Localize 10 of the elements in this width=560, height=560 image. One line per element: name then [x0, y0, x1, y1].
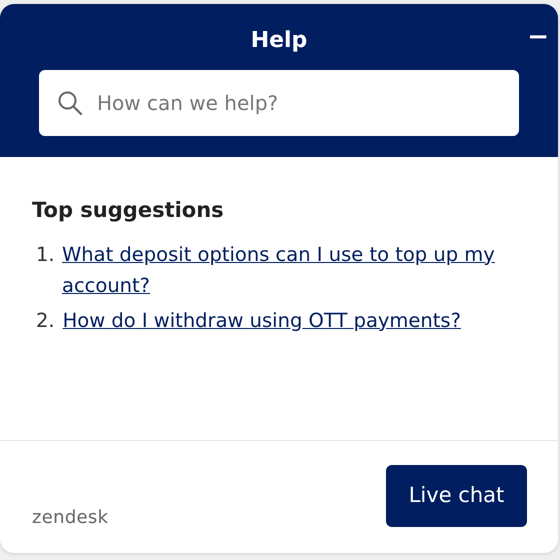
list-number: 2.	[36, 308, 55, 334]
suggestion-link[interactable]: How do I withdraw using OTT payments?	[62, 304, 461, 336]
section-heading: Top suggestions	[32, 197, 225, 224]
live-chat-button[interactable]: Live chat	[386, 465, 527, 527]
widget-title: Help	[250, 28, 308, 53]
brand-logo: zendesk	[32, 506, 108, 530]
minimize-button[interactable]: −	[523, 24, 553, 50]
list-number: 1.	[36, 242, 54, 268]
search-field[interactable]: How can we help?	[39, 70, 519, 136]
suggestion-link[interactable]: What deposit options can I use to top up my account?	[62, 238, 526, 300]
